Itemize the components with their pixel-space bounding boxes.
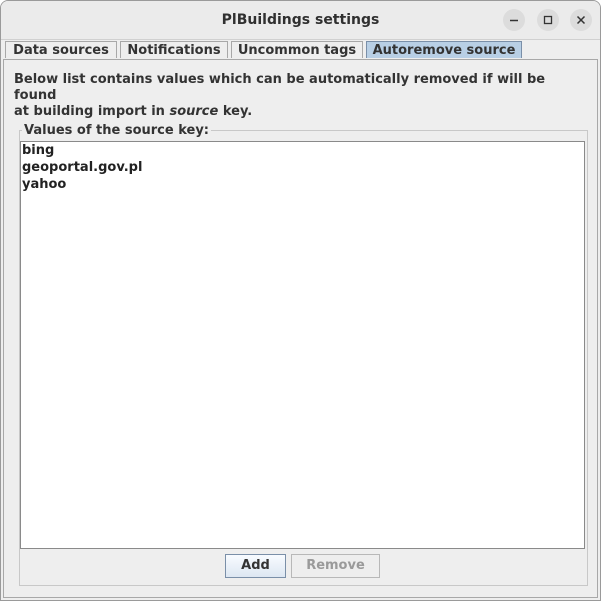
close-icon [576,15,586,25]
description-line2-suffix: key. [218,104,253,119]
maximize-button[interactable] [537,9,559,31]
list-item[interactable]: geoportal.gov.pl [22,159,142,176]
tab-data-sources[interactable]: Data sources [5,41,117,58]
source-values-list[interactable]: bing geoportal.gov.pl yahoo [20,141,585,549]
close-button[interactable] [570,9,592,31]
list-item[interactable]: yahoo [22,176,66,193]
tab-uncommon-tags[interactable]: Uncommon tags [231,41,363,58]
settings-window: PlBuildings settings Data sources Notifi… [0,0,601,601]
description-line1: Below list contains values which can be … [14,72,546,103]
group-label: Values of the source key: [22,123,212,139]
tab-autoremove-source[interactable]: Autoremove source [366,41,522,58]
minimize-button[interactable] [503,9,525,31]
title-bar[interactable]: PlBuildings settings [1,1,600,40]
tab-notifications[interactable]: Notifications [120,41,228,58]
add-button[interactable]: Add [225,554,286,578]
panel-description: Below list contains values which can be … [14,72,584,120]
autoremove-source-panel: Below list contains values which can be … [3,59,598,598]
source-values-group: Values of the source key: bing geoportal… [19,123,588,586]
maximize-icon [543,15,553,25]
remove-button[interactable]: Remove [291,554,380,578]
minimize-icon [509,15,519,25]
description-source-emphasis: source [169,104,219,119]
description-line2-prefix: at building import in [14,104,170,119]
list-item[interactable]: bing [22,142,54,159]
